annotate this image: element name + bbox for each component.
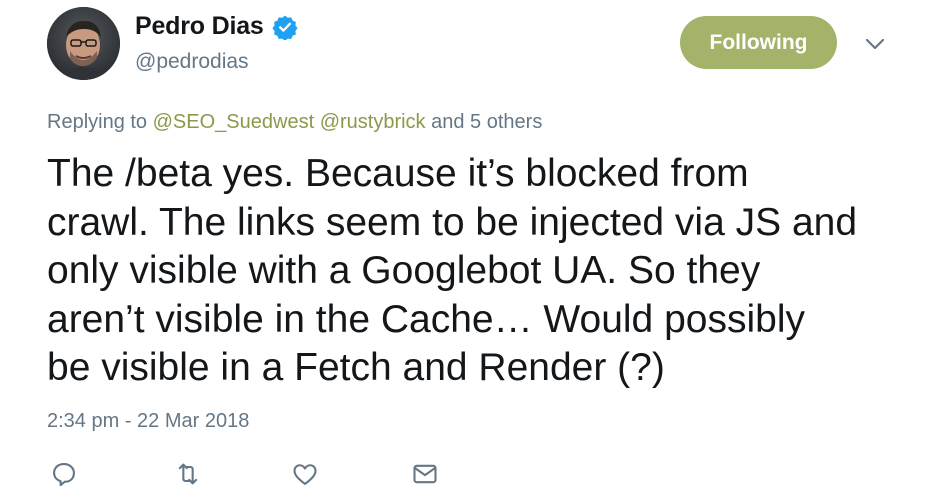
like-icon[interactable]: [291, 460, 319, 488]
replying-suffix[interactable]: and 5 others: [431, 111, 542, 133]
replying-prefix: Replying to: [47, 111, 148, 133]
verified-badge-icon: [272, 14, 298, 41]
following-button[interactable]: Following: [680, 16, 837, 69]
tweet-timestamp[interactable]: 2:34 pm - 22 Mar 2018: [47, 410, 249, 433]
tweet-line: only visible with a Googlebot UA. So the…: [47, 249, 761, 292]
mention-link[interactable]: @rustybrick: [320, 111, 426, 133]
reply-icon[interactable]: [50, 460, 78, 488]
tweet-line: crawl. The links seem to be injected via…: [47, 200, 858, 244]
tweet-text: The /beta yes. Because it’s blocked from…: [47, 150, 907, 393]
reply-context: Replying to @SEO_Suedwest @rustybrick an…: [47, 111, 542, 134]
author-name[interactable]: Pedro Dias: [135, 12, 264, 41]
tweet-line: The /beta yes. Because it’s blocked from: [47, 152, 749, 195]
tweet-line: aren’t visible in the Cache… Would possi…: [47, 297, 805, 341]
chevron-down-icon[interactable]: [862, 34, 888, 54]
tweet-line: be visible in a Fetch and Render (?): [47, 346, 665, 389]
retweet-icon[interactable]: [174, 460, 202, 488]
mention-link[interactable]: @SEO_Suedwest: [153, 111, 315, 133]
direct-message-icon[interactable]: [411, 460, 439, 488]
avatar[interactable]: [47, 7, 120, 80]
author-handle[interactable]: @pedrodias: [135, 50, 249, 74]
